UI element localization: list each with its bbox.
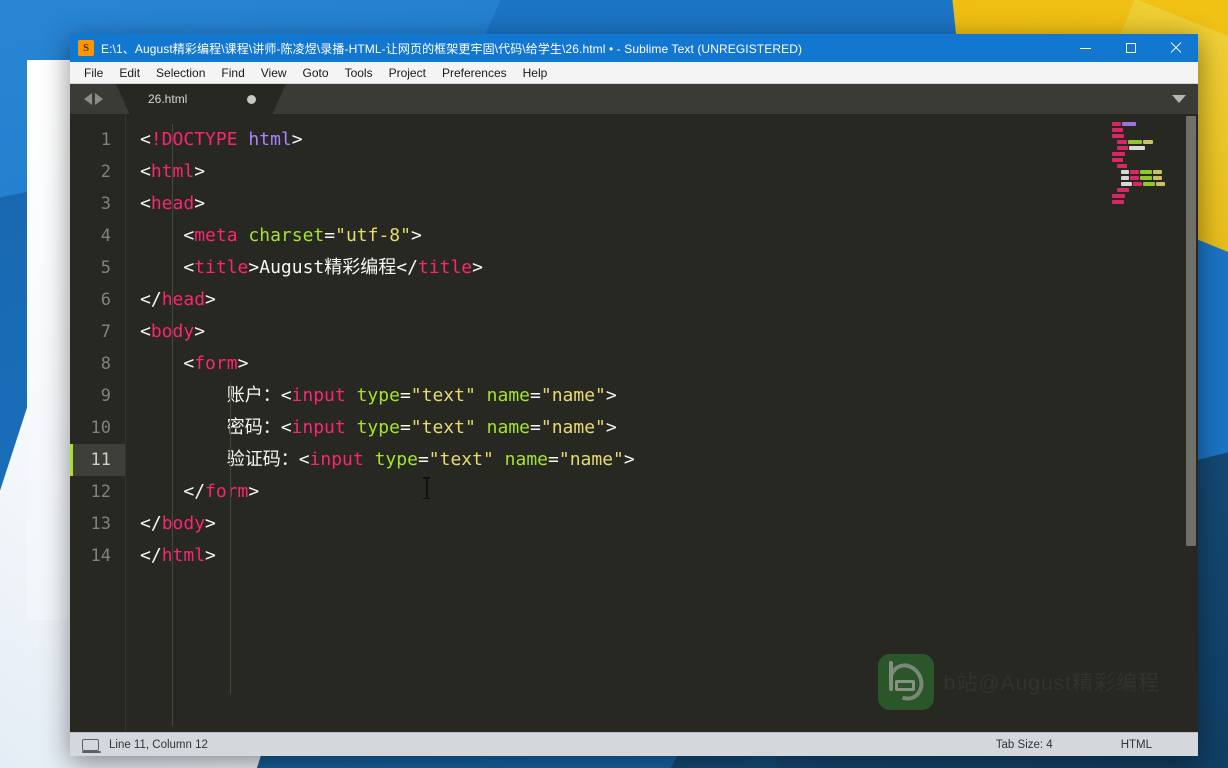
title-bar[interactable]: S E:\1、August精彩编程\课程\讲师-陈凌煜\录播-HTML-让网页的… (70, 34, 1198, 62)
code-line-5: <title>August精彩编程</title> (183, 257, 483, 278)
code-line-1: <!DOCTYPE html> (140, 129, 303, 150)
line-number: 6 (100, 290, 111, 310)
line-number: 7 (100, 322, 111, 342)
code-line-9: 账户：<input type="text" name="name"> (226, 385, 617, 406)
menu-item-selection[interactable]: Selection (148, 64, 213, 82)
line-number: 10 (90, 418, 111, 438)
code-line-6: </head> (140, 289, 216, 310)
minimize-button[interactable] (1063, 34, 1108, 62)
line-number: 4 (100, 226, 111, 246)
tab-size-indicator[interactable]: Tab Size: 4 (962, 739, 1087, 751)
desktop-wallpaper: S E:\1、August精彩编程\课程\讲师-陈凌煜\录播-HTML-让网页的… (0, 0, 1228, 768)
code-line-11: 验证码：<input type="text" name="name"> (226, 449, 635, 470)
window-title: E:\1、August精彩编程\课程\讲师-陈凌煜\录播-HTML-让网页的框架… (101, 41, 803, 56)
line-number: 8 (100, 354, 111, 374)
line-number: 13 (90, 514, 111, 534)
text-cursor-icon (423, 477, 430, 499)
line-number: 12 (90, 482, 111, 502)
minimap[interactable] (1110, 114, 1184, 732)
status-bar-right: Tab Size: 4 HTML (962, 739, 1198, 751)
tab-unsaved-indicator-icon[interactable] (247, 94, 256, 104)
code-line-8: <form> (183, 353, 249, 374)
b-logo-icon (877, 654, 934, 710)
menu-item-help[interactable]: Help (515, 64, 556, 82)
menu-item-tools[interactable]: Tools (337, 64, 381, 82)
maximize-button[interactable] (1108, 34, 1153, 62)
scrollbar-thumb[interactable] (1186, 116, 1196, 546)
sublime-text-icon: S (78, 40, 94, 56)
watermark-text: b站@August精彩编程 (943, 672, 1160, 695)
code-line-10: 密码：<input type="text" name="name"> (226, 417, 617, 438)
close-button[interactable] (1153, 34, 1198, 62)
menu-bar: File Edit Selection Find View Goto Tools… (70, 62, 1198, 84)
tab-nav-buttons (70, 84, 116, 114)
code-line-3: <head> (140, 193, 206, 214)
cursor-position: Line 11, Column 12 (109, 738, 208, 751)
sublime-text-window: S E:\1、August精彩编程\课程\讲师-陈凌煜\录播-HTML-让网页的… (70, 34, 1198, 756)
line-number: 5 (100, 258, 111, 278)
language-indicator[interactable]: HTML (1087, 739, 1198, 751)
line-number-gutter: 1 2 3 4 5 6 7 8 9 10 11 12 13 14 (70, 114, 126, 732)
menu-item-goto[interactable]: Goto (295, 64, 337, 82)
code-line-14: </html> (140, 545, 216, 566)
editor-area[interactable]: 1 2 3 4 5 6 7 8 9 10 11 12 13 14 <!DOCTY… (70, 114, 1198, 732)
line-number-active: 11 (70, 444, 125, 476)
menu-item-edit[interactable]: Edit (111, 64, 148, 82)
tab-label: 26.html (148, 92, 188, 106)
code-line-7: <body> (140, 321, 206, 342)
status-bar: Line 11, Column 12 Tab Size: 4 HTML (70, 732, 1198, 756)
window-controls (1063, 34, 1198, 62)
indent-guide (230, 382, 231, 694)
line-number: 9 (100, 386, 111, 406)
editor-scrollbar[interactable] (1186, 116, 1196, 732)
tab-26-html[interactable]: 26.html (116, 84, 286, 114)
code-line-4: <meta charset="utf-8"> (183, 225, 422, 246)
line-number: 1 (100, 130, 111, 150)
tab-bar: 26.html (70, 84, 1198, 114)
menu-item-view[interactable]: View (253, 64, 295, 82)
close-icon (1170, 42, 1182, 54)
code-line-2: <html> (140, 161, 206, 182)
monitor-icon (82, 738, 101, 753)
arrow-left-icon[interactable] (83, 93, 92, 105)
arrow-right-icon[interactable] (94, 93, 103, 105)
menu-item-preferences[interactable]: Preferences (434, 64, 515, 82)
minimize-icon (1080, 47, 1091, 49)
menu-item-find[interactable]: Find (213, 64, 252, 82)
line-number: 2 (100, 162, 111, 182)
code-content[interactable]: <!DOCTYPE html> <html> <head> <meta char… (126, 114, 1198, 732)
chevron-down-icon[interactable] (1172, 95, 1186, 103)
watermark: b站@August精彩编程 (877, 654, 1160, 710)
menu-item-project[interactable]: Project (381, 64, 434, 82)
code-line-12: </form> (183, 481, 260, 502)
code-line-13: </body> (140, 513, 216, 534)
indent-guide (172, 350, 173, 726)
menu-item-file[interactable]: File (76, 64, 111, 82)
line-number: 14 (90, 546, 111, 566)
maximize-icon (1125, 43, 1136, 53)
line-number: 3 (100, 194, 111, 214)
